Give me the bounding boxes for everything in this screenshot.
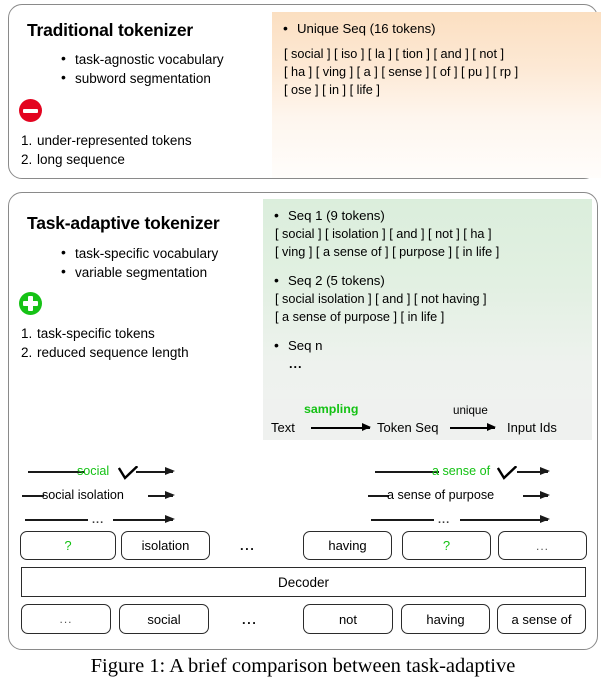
flow-node-input-ids: Input Ids xyxy=(507,420,557,435)
check-icon xyxy=(118,466,138,482)
list-item: variable segmentation xyxy=(61,262,218,282)
output-row-ellipsis: ... xyxy=(240,538,256,553)
list-item-number: 1. xyxy=(21,133,33,148)
input-token-cell[interactable]: having xyxy=(401,604,490,634)
candidate-line xyxy=(375,471,439,473)
output-token-cell[interactable]: ? xyxy=(402,531,491,560)
candidate-ellipsis: ... xyxy=(92,514,105,526)
list-item: task-agnostic vocabulary xyxy=(61,49,224,69)
token-line: [ ose ] [ in ] [ life ] xyxy=(284,83,380,97)
traditional-feature-list: task-agnostic vocabulary subword segment… xyxy=(61,49,224,88)
input-row-ellipsis: ... xyxy=(242,612,258,627)
output-token-cell[interactable]: having xyxy=(303,531,392,560)
candidate-arrow xyxy=(460,515,550,523)
candidate-arrow xyxy=(148,491,175,499)
list-item-number: 2. xyxy=(21,345,33,360)
unique-edge-label: unique xyxy=(453,404,488,417)
list-item: 1. task-specific tokens xyxy=(21,324,189,343)
input-token-cell[interactable]: not xyxy=(303,604,393,634)
candidate-arrow xyxy=(113,515,175,523)
candidate-arrow xyxy=(136,467,175,475)
output-token-cell[interactable]: ... xyxy=(498,531,587,560)
tokenization-flow-diagram: sampling unique Text Token Seq Input Ids xyxy=(263,399,592,440)
output-token-cell[interactable]: isolation xyxy=(121,531,210,560)
token-line: [ social ] [ iso ] [ la ] [ tion ] [ and… xyxy=(284,47,505,61)
list-item-label: under-represented tokens xyxy=(37,133,192,148)
candidate-token: social isolation xyxy=(42,488,124,502)
candidate-token: a sense of purpose xyxy=(387,488,495,502)
traditional-tokenizer-panel: Traditional tokenizer task-agnostic voca… xyxy=(8,4,601,179)
adaptive-benefit-list: 1. task-specific tokens 2. reduced sequenc… xyxy=(21,324,189,362)
list-item: 2. long sequence xyxy=(21,150,192,169)
candidate-line xyxy=(25,519,88,521)
unique-sequence-heading: Unique Seq (16 tokens) xyxy=(282,19,591,38)
check-icon xyxy=(497,466,517,482)
flow-arrow-unique xyxy=(450,424,496,431)
token-line: [ ha ] [ ving ] [ a ] [ sense ] [ of ] [… xyxy=(284,65,519,79)
sequence-heading: Seq n xyxy=(273,336,582,355)
list-item: subword segmentation xyxy=(61,68,224,88)
input-token-cell[interactable]: ... xyxy=(21,604,111,634)
candidate-token-selected: a sense of xyxy=(432,464,491,478)
list-item-label: long sequence xyxy=(37,152,125,167)
sequence-ellipsis: ... xyxy=(289,357,303,371)
sequence-heading: Seq 1 (9 tokens) xyxy=(273,206,582,225)
adaptive-feature-list: task-specific vocabulary variable segmen… xyxy=(61,243,218,282)
list-item: 1. under-represented tokens xyxy=(21,131,192,150)
traditional-panel-title: Traditional tokenizer xyxy=(27,20,193,40)
token-line: [ ving ] [ a sense of ] [ purpose ] [ in… xyxy=(275,245,500,259)
candidate-token-selected: social xyxy=(77,464,110,478)
token-line: [ social ] [ isolation ] [ and ] [ not ]… xyxy=(275,227,492,241)
list-item-number: 1. xyxy=(21,326,33,341)
flow-node-token-seq: Token Seq xyxy=(377,420,439,435)
list-item-number: 2. xyxy=(21,152,33,167)
token-line: [ a sense of purpose ] [ in life ] xyxy=(275,310,445,324)
adaptive-panel-title: Task-adaptive tokenizer xyxy=(27,213,220,233)
sampling-edge-label: sampling xyxy=(304,402,359,416)
input-token-cell[interactable]: social xyxy=(119,604,209,634)
plus-icon xyxy=(19,292,42,315)
candidate-line xyxy=(28,471,84,473)
list-item-label: reduced sequence length xyxy=(37,345,189,360)
list-item-label: task-specific tokens xyxy=(37,326,155,341)
candidate-arrow xyxy=(517,467,550,475)
output-token-cell[interactable]: ? xyxy=(20,531,116,560)
candidate-line xyxy=(22,495,44,497)
flow-arrow-sampling xyxy=(311,424,371,431)
traditional-drawback-list: 1. under-represented tokens 2. long sequen… xyxy=(21,131,192,169)
candidate-arrow xyxy=(523,491,550,499)
list-item: 2. reduced sequence length xyxy=(21,343,189,362)
input-token-cell[interactable]: a sense of xyxy=(497,604,586,634)
flow-node-text: Text xyxy=(271,420,295,435)
deny-icon xyxy=(19,99,42,122)
token-line: [ social isolation ] [ and ] [ not havin… xyxy=(275,292,487,306)
figure-caption: Figure 1: A brief comparison between tas… xyxy=(90,655,516,677)
candidate-line xyxy=(371,519,434,521)
sequence-heading: Seq 2 (5 tokens) xyxy=(273,271,582,290)
candidate-line xyxy=(368,495,389,497)
list-item: task-specific vocabulary xyxy=(61,243,218,263)
candidate-ellipsis: ... xyxy=(438,514,451,526)
unique-sequence-box: Unique Seq (16 tokens) [ social ] [ iso … xyxy=(272,12,601,178)
decoder-block[interactable]: Decoder xyxy=(21,567,586,597)
